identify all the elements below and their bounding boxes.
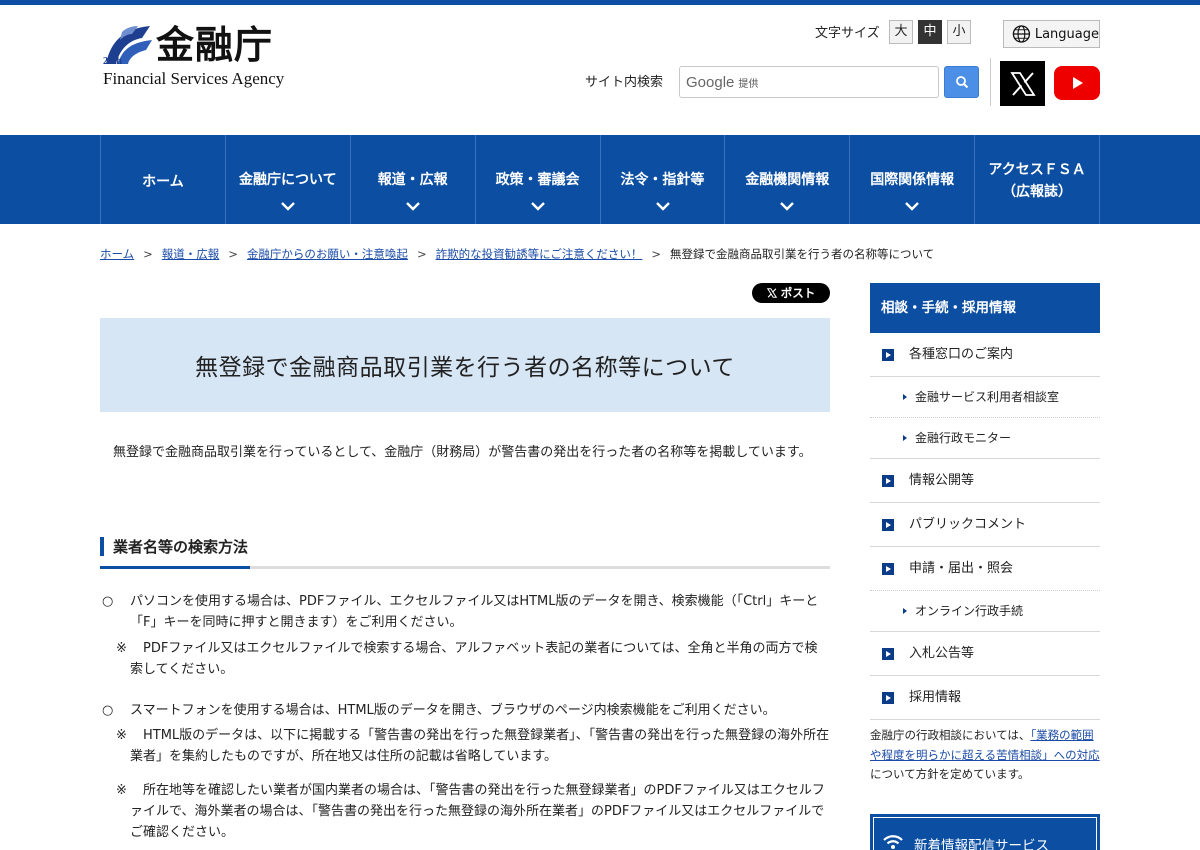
- news-delivery-button[interactable]: 新着情報配信サービス: [870, 814, 1100, 850]
- site-search-label: サイト内検索: [585, 75, 664, 90]
- sidebar-heading: 相談・手続・採用情報: [870, 283, 1100, 333]
- breadcrumb-current: 無登録で金融商品取引業を行う者の名称等について: [670, 247, 935, 261]
- font-size-small-button[interactable]: 小: [947, 20, 971, 44]
- font-size-label: 文字サイズ: [815, 26, 880, 41]
- nav-item-press[interactable]: 報道・広報: [351, 135, 476, 224]
- breadcrumb-link-warnings[interactable]: 金融庁からのお願い・注意喚起: [247, 246, 408, 262]
- sidebar-note: 金融庁の行政相談においては、「業務の範囲や程度を明らかに超える苦情相談」への対応…: [870, 728, 1100, 781]
- sidebar: 相談・手続・採用情報 各種窓口のご案内 金融サービス利用者相談室 金融行政モニタ…: [870, 283, 1100, 720]
- logo-english: Financial Services Agency: [103, 69, 285, 88]
- google-watermark: Google 提供: [686, 73, 759, 91]
- arrow-square-icon: [882, 349, 894, 361]
- fsa-logo[interactable]: 25th 金融庁 Financial Services Agency: [100, 22, 300, 92]
- sidebar-item-public-comment[interactable]: パブリックコメント: [870, 503, 1100, 547]
- nav-item-institutions[interactable]: 金融機関情報: [725, 135, 851, 224]
- list-item: ○ パソコンを使用する場合は、PDFファイル、エクセルファイル又はHTML版のデ…: [102, 594, 819, 630]
- note-item: ※ HTML版のデータは、以下に掲載する「警告書の発出を行った無登録業者」、「警…: [116, 728, 830, 764]
- nav-item-laws[interactable]: 法令・指針等: [601, 135, 726, 224]
- chevron-down-icon: [405, 202, 420, 211]
- font-size-medium-button[interactable]: 中: [918, 20, 942, 44]
- note-item: ※ PDFファイル又はエクセルファイルで検索する場合、アルファベット表記の業者に…: [116, 641, 818, 677]
- breadcrumb: ホーム > 報道・広報 > 金融庁からのお願い・注意喚起 > 詐欺的な投資勧誘等…: [100, 246, 935, 262]
- global-nav: ホーム 金融庁について 報道・広報 政策・審議会 法令・指針等 金融機関情報 国…: [0, 135, 1200, 224]
- nav-item-access-fsa[interactable]: アクセスＦＳＡ （広報誌）: [975, 135, 1100, 224]
- logo-kanji: 金融庁: [156, 22, 274, 67]
- wifi-icon: [883, 835, 903, 849]
- page-title-box: 無登録で金融商品取引業を行う者の名称等について: [100, 318, 830, 412]
- font-size-large-button[interactable]: 大: [889, 20, 913, 44]
- note-item: ※ 所在地等を確認したい業者が国内業者の場合は、「警告書の発出を行った無登録業者…: [116, 783, 825, 840]
- nav-item-international[interactable]: 国際関係情報: [850, 135, 976, 224]
- nav-item-home[interactable]: ホーム: [101, 135, 226, 224]
- page-title: 無登録で金融商品取引業を行う者の名称等について: [195, 355, 735, 381]
- section-heading: 業者名等の検索方法: [100, 536, 830, 570]
- x-post-button[interactable]: ポスト: [752, 283, 830, 303]
- nav-item-about[interactable]: 金融庁について: [226, 135, 351, 224]
- sidebar-subitem-consumer-office[interactable]: 金融サービス利用者相談室: [870, 377, 1100, 418]
- youtube-social-link[interactable]: [1054, 66, 1100, 100]
- list-item: ○ スマートフォンを使用する場合は、HTML版のデータを開き、ブラウザのページ内…: [102, 703, 776, 718]
- triangle-right-icon: [903, 394, 907, 400]
- top-accent-bar: [0, 0, 1200, 5]
- breadcrumb-link-home[interactable]: ホーム: [100, 246, 134, 262]
- sidebar-subitem-monitor[interactable]: 金融行政モニター: [870, 418, 1100, 459]
- breadcrumb-link-press[interactable]: 報道・広報: [162, 246, 220, 262]
- language-label: Language: [1034, 26, 1099, 42]
- arrow-square-icon: [882, 563, 894, 575]
- search-button[interactable]: [944, 66, 979, 98]
- nav-item-policy[interactable]: 政策・審議会: [476, 135, 601, 224]
- x-social-link[interactable]: [1000, 61, 1045, 106]
- header-divider: [990, 58, 991, 106]
- triangle-right-icon: [903, 435, 907, 441]
- sidebar-item-applications[interactable]: 申請・届出・照会: [870, 547, 1100, 591]
- search-icon: [956, 76, 969, 89]
- sidebar-item-contact[interactable]: 各種窓口のご案内: [870, 333, 1100, 377]
- chevron-down-icon: [530, 202, 545, 211]
- anniversary-mark: 25th: [103, 56, 122, 67]
- chevron-down-icon: [780, 202, 795, 211]
- chevron-down-icon: [655, 202, 670, 211]
- triangle-right-icon: [903, 608, 907, 614]
- intro-paragraph: 無登録で金融商品取引業を行っているとして、金融庁（財務局）が警告書の発出を行った…: [113, 445, 812, 460]
- sidebar-subitem-online[interactable]: オンライン行政手続: [870, 591, 1100, 632]
- language-button[interactable]: Language: [1003, 20, 1100, 48]
- chevron-down-icon: [905, 202, 920, 211]
- sidebar-item-disclosure[interactable]: 情報公開等: [870, 459, 1100, 503]
- arrow-square-icon: [882, 475, 894, 487]
- arrow-square-icon: [882, 519, 894, 531]
- sidebar-item-recruit[interactable]: 採用情報: [870, 676, 1100, 720]
- breadcrumb-link-fraud[interactable]: 詐欺的な投資勧誘等にご注意ください！: [436, 246, 643, 262]
- globe-icon: [1012, 25, 1031, 43]
- chevron-down-icon: [281, 202, 295, 211]
- site-search-input[interactable]: Google 提供: [679, 66, 939, 98]
- arrow-square-icon: [882, 692, 894, 704]
- x-logo-icon: [1009, 71, 1036, 96]
- x-logo-icon: [766, 288, 777, 298]
- arrow-square-icon: [882, 648, 894, 660]
- sidebar-item-bidding[interactable]: 入札公告等: [870, 632, 1100, 676]
- youtube-play-icon: [1073, 77, 1083, 89]
